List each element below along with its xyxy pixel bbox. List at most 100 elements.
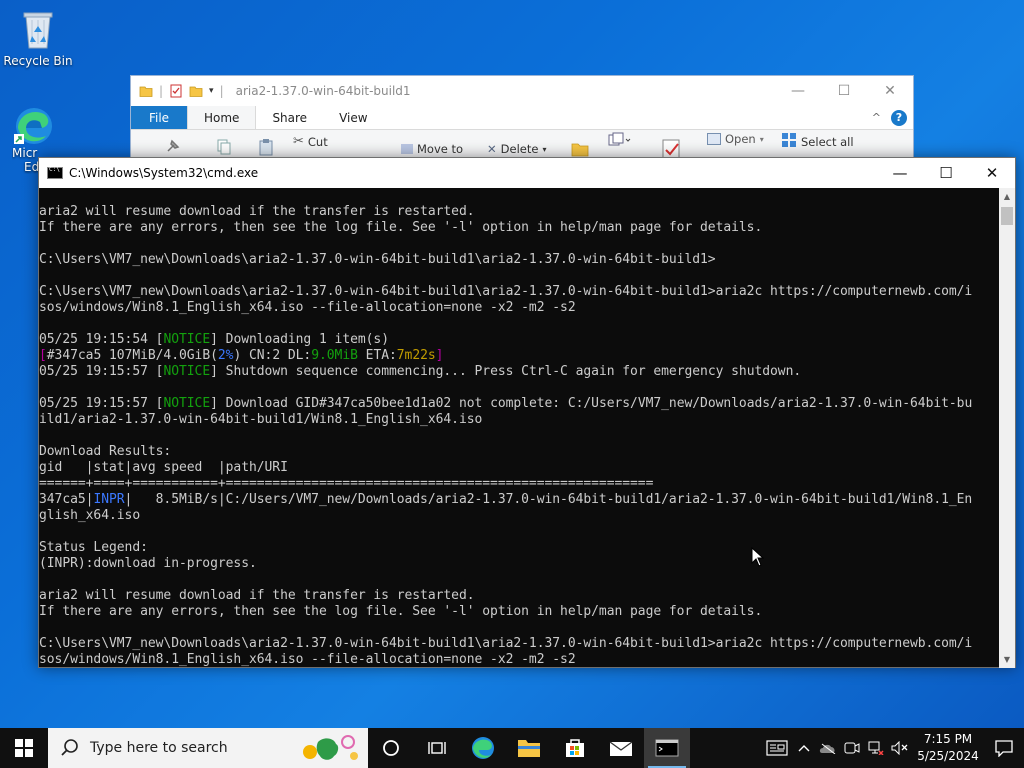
console-scrollbar[interactable]: ▲ ▼	[999, 188, 1015, 668]
new-item-icon[interactable]	[607, 132, 631, 150]
edge-icon	[472, 737, 494, 759]
timeline-button[interactable]	[414, 728, 460, 768]
open-label: Open	[725, 132, 756, 146]
minimize-button[interactable]: —	[775, 76, 821, 106]
console-line: 05/25 19:15:57 [NOTICE] Download GID#347…	[39, 396, 1000, 412]
cmd-titlebar[interactable]: C:\Windows\System32\cmd.exe — ☐ ✕	[39, 158, 1015, 188]
console-text-segment: ]	[435, 348, 444, 363]
taskbar-mail[interactable]	[598, 728, 644, 768]
move-to-button[interactable]: Move to	[401, 142, 463, 156]
recycle-bin-label: Recycle Bin	[3, 54, 73, 68]
meet-now-icon[interactable]	[840, 728, 864, 768]
tab-file[interactable]: File	[131, 106, 187, 129]
copy-icon[interactable]	[215, 138, 233, 156]
open-icon	[707, 133, 721, 145]
console-text-segment: NOTICE	[163, 396, 211, 411]
console-line: ild1/aria2-1.37.0-win-64bit-build1/Win8.…	[39, 412, 483, 427]
system-tray: 7:15 PM 5/25/2024	[762, 728, 1024, 768]
start-button[interactable]	[0, 728, 48, 768]
onedrive-icon[interactable]	[816, 728, 840, 768]
notification-icon	[995, 740, 1013, 757]
move-to-label: Move to	[417, 142, 464, 156]
scrollbar-thumb[interactable]	[1001, 207, 1013, 225]
console-line: sos/windows/Win8.1_English_x64.iso --fil…	[39, 652, 576, 667]
console-text-segment: 05/25 19:15:57 [	[39, 396, 164, 411]
file-explorer-window[interactable]: | ▾ | aria2-1.37.0-win-64bit-build1 — ☐ …	[130, 75, 914, 165]
taskbar-file-explorer[interactable]	[506, 728, 552, 768]
console-text-segment: 9.0MiB	[311, 348, 358, 363]
system-clock[interactable]: 7:15 PM 5/25/2024	[912, 731, 984, 765]
maximize-button[interactable]: ☐	[821, 76, 867, 106]
console-line: Status Legend:	[39, 540, 148, 555]
taskbar-edge[interactable]	[460, 728, 506, 768]
console-line: (INPR):download in-progress.	[39, 556, 257, 571]
console-icon	[655, 739, 679, 757]
task-view-button[interactable]	[368, 728, 414, 768]
chevron-down-icon: ▾	[542, 144, 547, 154]
paste-icon[interactable]	[257, 138, 275, 156]
move-to-icon	[401, 144, 413, 154]
delete-label: Delete	[500, 142, 539, 156]
taskbar-store[interactable]	[552, 728, 598, 768]
pin-icon[interactable]	[163, 138, 181, 156]
clock-time: 7:15 PM	[923, 732, 973, 746]
cmd-window[interactable]: C:\Windows\System32\cmd.exe — ☐ ✕ aria2 …	[38, 157, 1016, 668]
scroll-up-icon[interactable]: ▲	[999, 188, 1015, 205]
cut-button[interactable]: ✂ Cut	[293, 134, 328, 149]
help-icon[interactable]: ?	[891, 109, 907, 126]
console-text-segment: ] Download GID#347ca50bee1d1a02 not comp…	[210, 396, 973, 411]
select-all-button[interactable]: Select all	[781, 132, 854, 151]
recycle-bin-desktop-icon[interactable]: Recycle Bin	[0, 8, 76, 68]
new-folder-ribbon-icon[interactable]	[571, 138, 589, 158]
new-folder-icon[interactable]	[189, 84, 203, 98]
console-line: 05/25 19:15:54 [NOTICE] Downloading 1 it…	[39, 332, 1000, 348]
scroll-down-icon[interactable]: ▼	[999, 651, 1015, 668]
chevron-down-icon: ▾	[759, 134, 764, 144]
open-button[interactable]: Open ▾	[707, 132, 764, 146]
console-line: If there are any errors, then see the lo…	[39, 604, 763, 619]
console-output[interactable]: aria2 will resume download if the transf…	[39, 188, 1000, 668]
tab-view[interactable]: View	[323, 106, 383, 129]
customize-quick-access-icon[interactable]: ▾	[209, 86, 214, 96]
console-line: Download Results:	[39, 444, 172, 459]
console-text-segment: 347ca5|	[39, 492, 94, 507]
search-icon	[60, 738, 80, 758]
console-text-segment: ETA:	[357, 348, 397, 363]
mail-icon	[609, 741, 633, 756]
folder-icon	[139, 84, 153, 98]
console-icon	[47, 166, 63, 179]
delete-x-icon: ✕	[487, 142, 497, 156]
console-text-segment: 05/25 19:15:54 [	[39, 332, 164, 347]
taskbar-search-box[interactable]: Type here to search	[48, 728, 368, 768]
collapse-ribbon-icon[interactable]: ^	[872, 111, 881, 124]
taskbar-cmd[interactable]	[644, 728, 690, 768]
console-text-segment: 7m22s	[396, 348, 436, 363]
console-text-segment: #347ca5 107MiB/4.0GiB(	[46, 348, 218, 363]
console-text-segment: | 8.5MiB/s|C:/Users/VM7_new/Downloads/ar…	[124, 492, 973, 507]
console-line: If there are any errors, then see the lo…	[39, 220, 763, 235]
volume-muted-icon[interactable]	[888, 728, 912, 768]
tab-share[interactable]: Share	[256, 106, 323, 129]
close-button[interactable]: ✕	[867, 76, 913, 106]
console-line: [#347ca5 107MiB/4.0GiB(2%) CN:2 DL:9.0Mi…	[39, 348, 1000, 364]
console-text-segment: ] Shutdown sequence commencing... Press …	[210, 364, 802, 379]
console-line: gid |stat|avg speed |path/URI	[39, 460, 288, 475]
close-button[interactable]: ✕	[969, 158, 1015, 188]
maximize-button[interactable]: ☐	[923, 158, 969, 188]
console-text-segment: 05/25 19:15:57 [	[39, 364, 164, 379]
minimize-button[interactable]: —	[877, 158, 923, 188]
select-all-label: Select all	[801, 134, 854, 149]
properties-icon[interactable]	[169, 84, 183, 98]
action-center-button[interactable]	[984, 728, 1024, 768]
explorer-titlebar[interactable]: | ▾ | aria2-1.37.0-win-64bit-build1 — ☐ …	[131, 76, 913, 106]
delete-button[interactable]: ✕ Delete ▾	[487, 142, 546, 156]
network-icon[interactable]	[864, 728, 888, 768]
news-icon[interactable]	[762, 728, 792, 768]
show-hidden-icons-icon[interactable]	[792, 728, 816, 768]
tab-home[interactable]: Home	[187, 106, 257, 129]
